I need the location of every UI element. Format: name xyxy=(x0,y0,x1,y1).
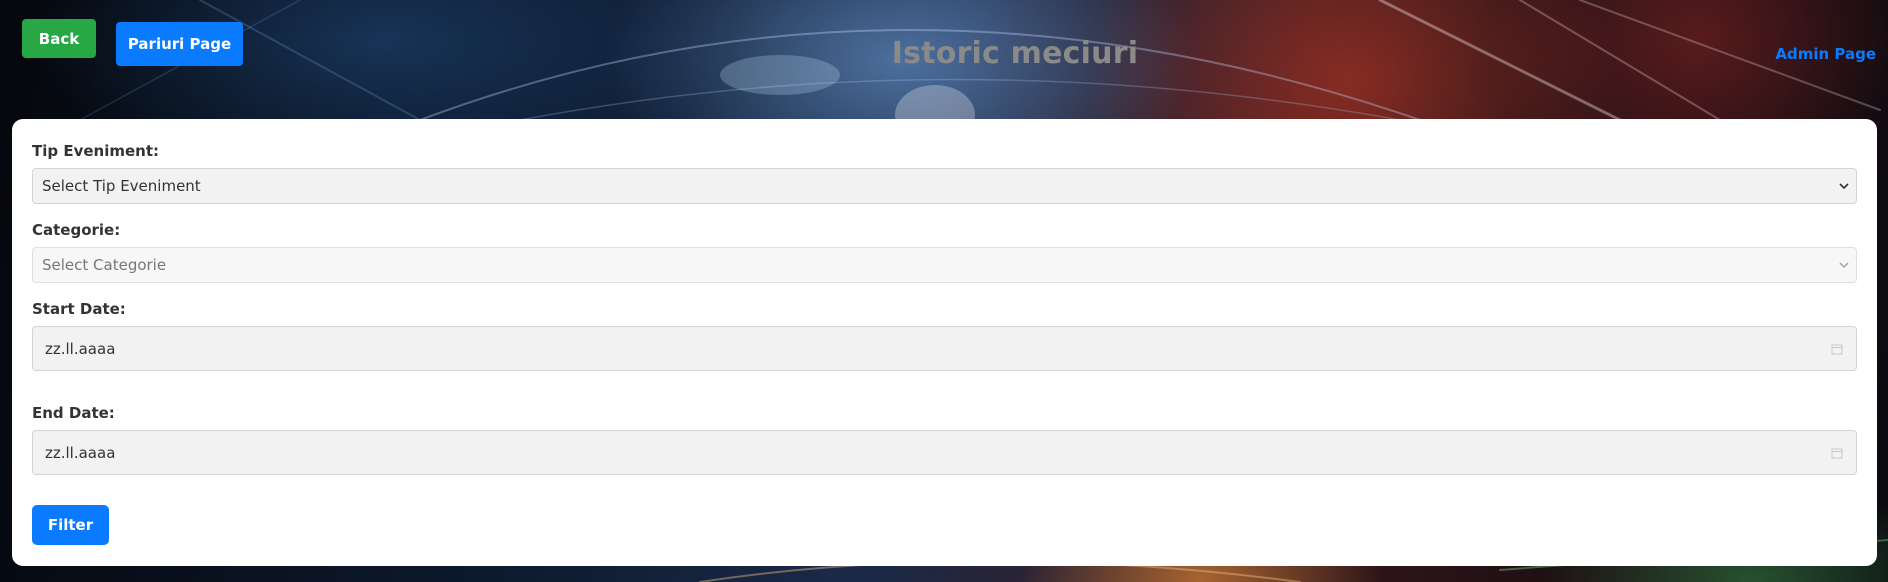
categorie-value: Select Categorie xyxy=(42,256,167,274)
page-title: Istoric meciuri xyxy=(891,36,1139,71)
start-date-label: Start Date: xyxy=(32,300,126,318)
calendar-icon[interactable] xyxy=(1831,447,1843,459)
chevron-down-icon xyxy=(1839,262,1849,269)
admin-page-link[interactable]: Admin Page xyxy=(1775,45,1876,63)
tip-eveniment-value: Select Tip Eveniment xyxy=(42,177,201,195)
end-date-label: End Date: xyxy=(32,404,115,422)
categorie-label: Categorie: xyxy=(32,221,121,239)
chevron-down-icon xyxy=(1839,183,1849,190)
tip-eveniment-label: Tip Eveniment: xyxy=(32,142,160,160)
calendar-icon[interactable] xyxy=(1831,343,1843,355)
categorie-select[interactable]: Select Categorie xyxy=(32,247,1857,283)
filter-panel: Tip Eveniment: Select Tip Eveniment Cate… xyxy=(12,119,1877,566)
end-date-input[interactable]: zz.ll.aaaa xyxy=(32,430,1857,475)
end-date-placeholder: zz.ll.aaaa xyxy=(45,443,116,462)
tip-eveniment-select[interactable]: Select Tip Eveniment xyxy=(32,168,1857,204)
start-date-placeholder: zz.ll.aaaa xyxy=(45,339,116,358)
start-date-input[interactable]: zz.ll.aaaa xyxy=(32,326,1857,371)
filter-button[interactable]: Filter xyxy=(32,505,109,545)
